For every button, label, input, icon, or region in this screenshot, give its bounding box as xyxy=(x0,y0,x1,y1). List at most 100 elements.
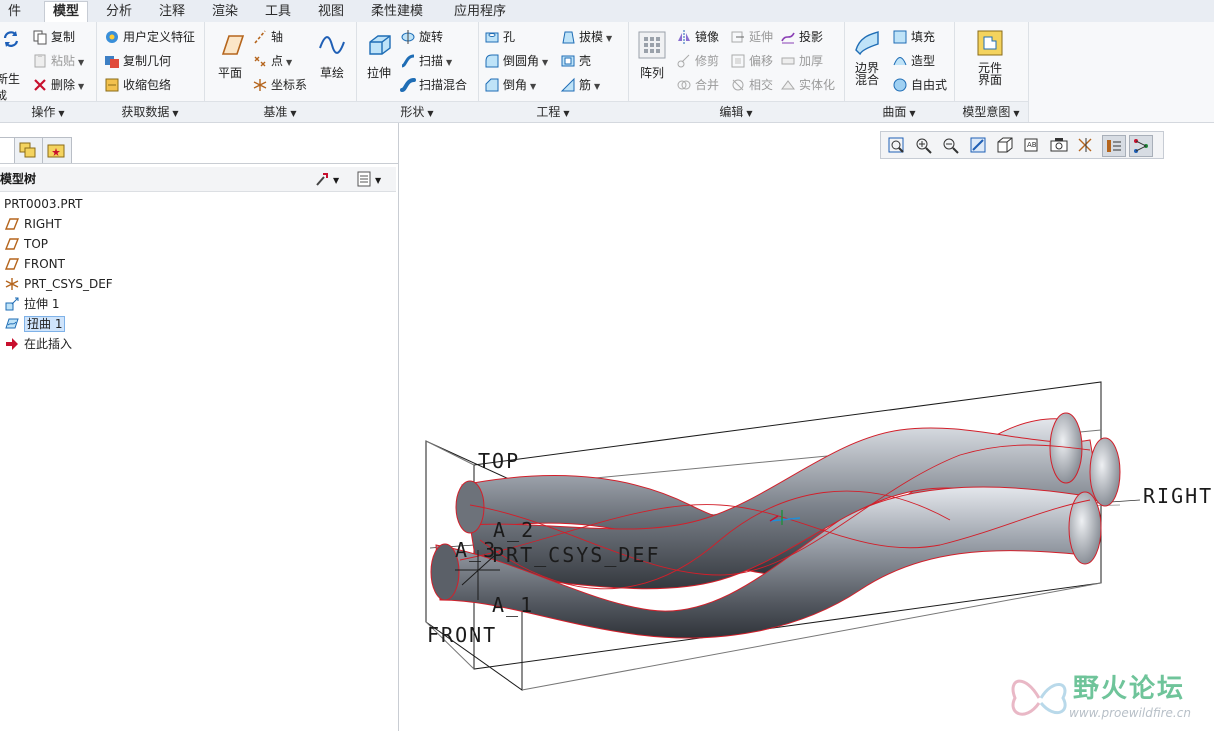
intersect-button[interactable]: 相交 xyxy=(730,74,773,96)
plane-button[interactable]: 平面 xyxy=(210,30,250,81)
round-button[interactable]: 倒圆角 ▼ xyxy=(484,50,548,72)
swept-blend-button[interactable]: 扫描混合 xyxy=(400,74,467,96)
sweep-label: 扫描 xyxy=(419,54,444,68)
point-button[interactable]: 点 ▼ xyxy=(252,50,292,72)
datum-label-right[interactable]: RIGHT xyxy=(1143,484,1213,508)
tree-item-top[interactable]: TOP xyxy=(4,234,48,254)
csys-label[interactable]: PRT_CSYS_DEF xyxy=(492,543,661,567)
revolve-label: 旋转 xyxy=(419,30,444,44)
thicken-button[interactable]: 加厚 xyxy=(780,50,823,72)
tab-annotate[interactable]: 注释 xyxy=(151,2,193,22)
tab-flexible-modeling[interactable]: 柔性建模 xyxy=(363,2,431,22)
trim-button[interactable]: 修剪 xyxy=(676,50,719,72)
annotation-display-icon[interactable] xyxy=(1102,135,1126,157)
solidify-button[interactable]: 实体化 xyxy=(780,74,835,96)
tab-tools[interactable]: 工具 xyxy=(257,2,299,22)
view-manager-icon[interactable] xyxy=(1048,135,1070,155)
pattern-button[interactable]: 阵列 xyxy=(634,30,670,81)
zoom-in-icon[interactable] xyxy=(913,135,935,155)
fill-button[interactable]: 填充 xyxy=(892,26,935,48)
sketch-button[interactable]: 草绘 xyxy=(312,30,352,81)
folder-browser-tab[interactable] xyxy=(14,137,44,163)
datum-label-top[interactable]: TOP xyxy=(478,449,520,473)
csys-button[interactable]: 坐标系 xyxy=(252,74,307,96)
delete-button[interactable]: 删除 ▼ xyxy=(32,74,84,96)
paste-button[interactable]: 粘贴 ▼ xyxy=(32,50,84,72)
hole-button[interactable]: 孔 xyxy=(484,26,515,48)
datum-plane-icon xyxy=(4,217,20,230)
shell-label: 壳 xyxy=(579,54,592,68)
freestyle-button[interactable]: 自由式 xyxy=(892,74,947,96)
operations-group-label[interactable]: 操作 ▼ xyxy=(0,101,96,122)
refit-icon[interactable] xyxy=(886,135,908,155)
layers-icon xyxy=(19,142,36,158)
datum-group-label[interactable]: 基准 ▼ xyxy=(204,101,356,122)
engineering-group-label[interactable]: 工程 ▼ xyxy=(478,101,628,122)
axis-icon xyxy=(254,29,266,44)
component-interface-button[interactable]: 元件 界面 xyxy=(968,28,1012,86)
tree-item-front[interactable]: FRONT xyxy=(4,254,65,274)
tree-show-button[interactable]: ▼ xyxy=(356,167,381,193)
tree-item-csys[interactable]: PRT_CSYS_DEF xyxy=(4,274,113,294)
model-intent-group-label[interactable]: 模型意图 ▼ xyxy=(954,101,1028,122)
extend-button[interactable]: 延伸 xyxy=(730,26,773,48)
tab-file[interactable]: 件 xyxy=(0,2,29,22)
axis-label-a2[interactable]: A_2 xyxy=(493,518,535,542)
navigator-panel: 模型树 ▼ ▼ PRT0003.PRT RIGHT TOP FRONT PRT_… xyxy=(0,123,399,731)
extrude-button[interactable]: 拉伸 xyxy=(360,30,398,81)
tree-item-top-label: TOP xyxy=(24,237,49,251)
tree-item-warp[interactable]: 扭曲 1 xyxy=(4,314,66,334)
tube-end-cap-bottom xyxy=(1068,491,1102,565)
repaint-icon[interactable] xyxy=(967,135,989,155)
merge-button[interactable]: 合并 xyxy=(676,74,719,96)
udf-button[interactable]: 用户定义特征 xyxy=(104,26,195,48)
offset-button[interactable]: 偏移 xyxy=(730,50,773,72)
tree-settings-button[interactable]: ▼ xyxy=(314,167,339,193)
axis-button[interactable]: 轴 xyxy=(252,26,283,48)
axis-label-a3[interactable]: A_3 xyxy=(455,538,497,562)
saved-views-icon[interactable]: AB xyxy=(1021,135,1043,155)
style-button[interactable]: 造型 xyxy=(892,50,935,72)
mirror-button[interactable]: 镜像 xyxy=(676,26,719,48)
regenerate-button[interactable]: 新生 成 xyxy=(0,28,26,103)
datum-plane-icon xyxy=(4,257,20,270)
revolve-button[interactable]: 旋转 xyxy=(400,26,443,48)
boundary-blend-button[interactable]: 边界 混合 xyxy=(846,28,888,86)
tab-applications[interactable]: 应用程序 xyxy=(446,2,514,22)
get-data-group-label[interactable]: 获取数据 ▼ xyxy=(96,101,204,122)
copy-button[interactable]: 复制 xyxy=(32,26,75,48)
project-label: 投影 xyxy=(799,30,824,44)
graphics-viewport[interactable]: TOP RIGHT FRONT PRT_CSYS_DEF A_2 A_1 A_3 xyxy=(399,158,1214,731)
shell-button[interactable]: 壳 xyxy=(560,50,591,72)
pattern-icon xyxy=(638,31,666,59)
tree-item-insert-here[interactable]: 在此插入 xyxy=(4,334,72,354)
project-button[interactable]: 投影 xyxy=(780,26,823,48)
copy-geometry-label: 复制几何 xyxy=(123,54,172,68)
sweep-button[interactable]: 扫描 ▼ xyxy=(400,50,452,72)
tab-analysis[interactable]: 分析 xyxy=(98,2,140,22)
spin-center-icon[interactable] xyxy=(1129,135,1153,157)
surfaces-group-label[interactable]: 曲面 ▼ xyxy=(844,101,954,122)
copy-label: 复制 xyxy=(51,30,76,44)
shrinkwrap-button[interactable]: 收缩包络 xyxy=(104,74,171,96)
display-style-icon[interactable] xyxy=(994,135,1016,155)
tab-render[interactable]: 渲染 xyxy=(204,2,246,22)
axis-label-a1[interactable]: A_1 xyxy=(492,593,534,617)
editing-group-label[interactable]: 编辑 ▼ xyxy=(628,101,844,122)
tree-item-extrude[interactable]: 拉伸 1 xyxy=(4,294,59,314)
tree-item-right[interactable]: RIGHT xyxy=(4,214,62,234)
rib-button[interactable]: 筋 ▼ xyxy=(560,74,600,96)
chamfer-button[interactable]: 倒角 ▼ xyxy=(484,74,536,96)
copy-geometry-button[interactable]: 复制几何 xyxy=(104,50,171,72)
shapes-group-label[interactable]: 形状 ▼ xyxy=(356,101,478,122)
favorites-tab[interactable] xyxy=(42,137,72,163)
draft-button[interactable]: 拔模 ▼ xyxy=(560,26,612,48)
tab-model[interactable]: 模型 xyxy=(44,1,89,23)
point-label: 点 xyxy=(271,54,284,68)
datum-display-icon[interactable] xyxy=(1075,135,1097,155)
datum-label-front[interactable]: FRONT xyxy=(427,623,497,647)
zoom-out-icon[interactable] xyxy=(940,135,962,155)
swept-blend-icon xyxy=(400,77,416,92)
tab-view[interactable]: 视图 xyxy=(310,2,352,22)
tree-item-part[interactable]: PRT0003.PRT xyxy=(4,194,82,214)
